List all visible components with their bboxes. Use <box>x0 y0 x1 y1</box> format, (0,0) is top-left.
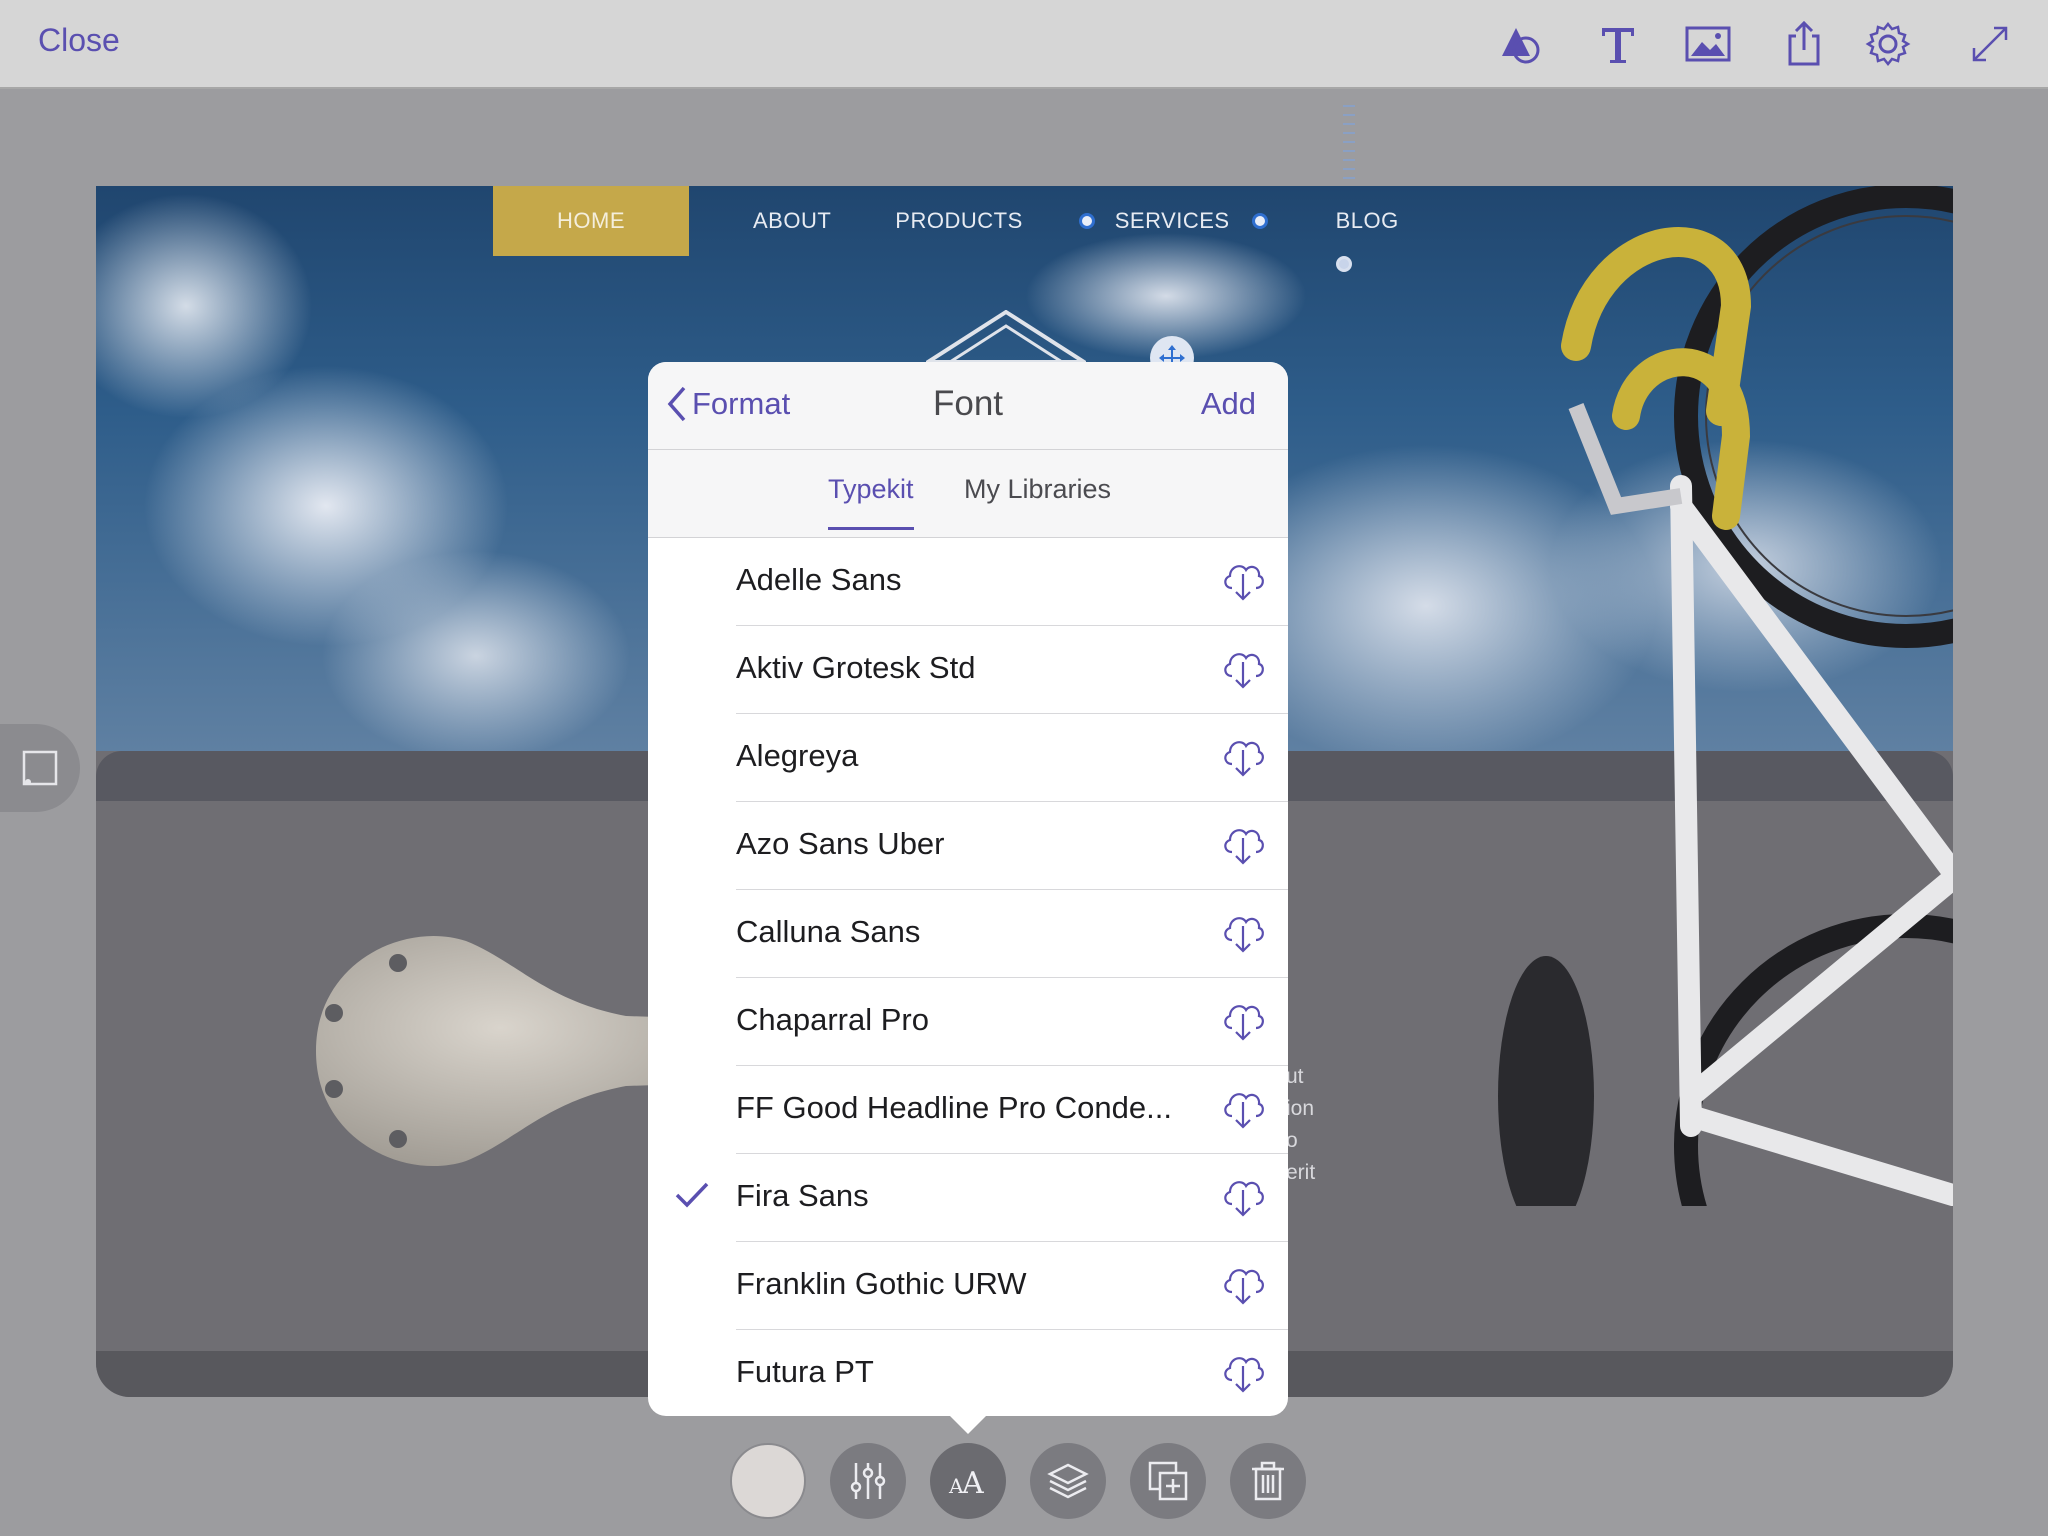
cloud-download-icon[interactable] <box>1220 998 1266 1042</box>
logo-shape <box>926 310 1086 364</box>
font-aa-icon[interactable]: AA <box>930 1443 1006 1519</box>
cloud-download-icon[interactable] <box>1220 1262 1266 1306</box>
cloud-download-icon[interactable] <box>1220 558 1266 602</box>
duplicate-icon[interactable] <box>1130 1443 1206 1519</box>
cloud-download-icon[interactable] <box>1220 1086 1266 1130</box>
cloud-download-icon[interactable] <box>1220 646 1266 690</box>
color-swatch[interactable] <box>730 1443 806 1519</box>
side-panel-toggle[interactable] <box>0 724 80 812</box>
font-list: Adelle Sans Aktiv Grotesk Std Alegreya Azo … <box>648 538 1288 1416</box>
font-name: Fira Sans <box>736 1178 869 1213</box>
nav-home[interactable]: HOME <box>493 186 689 256</box>
cloud-download-icon[interactable] <box>1220 822 1266 866</box>
add-button[interactable]: Add <box>1201 386 1256 422</box>
selection-handle-left[interactable] <box>1078 213 1095 229</box>
font-popover: Format Font Add Typekit My Libraries Ade… <box>648 362 1288 1416</box>
font-name: Futura PT <box>736 1354 874 1389</box>
image-icon[interactable] <box>1682 18 1734 70</box>
site-nav: HOME ABOUT PRODUCTS SERVICES BLOG <box>493 186 1399 256</box>
bicycle-image <box>1498 186 1953 1206</box>
font-row[interactable]: FF Good Headline Pro Conde... <box>648 1066 1288 1154</box>
font-name: Aktiv Grotesk Std <box>736 650 976 685</box>
popover-header: Format Font Add <box>648 362 1288 450</box>
popover-title: Font <box>932 384 1004 423</box>
font-row[interactable]: Alegreya <box>648 714 1288 802</box>
font-name: Azo Sans Uber <box>736 826 945 861</box>
settings-icon[interactable] <box>1862 18 1914 70</box>
shapes-icon[interactable] <box>1494 18 1546 70</box>
font-row[interactable]: Calluna Sans <box>648 890 1288 978</box>
font-name: Franklin Gothic URW <box>736 1266 1027 1301</box>
font-name: Calluna Sans <box>736 914 921 949</box>
font-row[interactable]: Aktiv Grotesk Std <box>648 626 1288 714</box>
layers-icon[interactable] <box>1030 1443 1106 1519</box>
font-name: Chaparral Pro <box>736 1002 929 1037</box>
source-tabs: Typekit My Libraries <box>648 450 1288 538</box>
checkmark-icon <box>675 1182 709 1208</box>
nav-blog[interactable]: BLOG <box>1336 186 1399 256</box>
font-name: Adelle Sans <box>736 562 902 597</box>
cloud-download-icon[interactable] <box>1220 910 1266 954</box>
tab-typekit[interactable]: Typekit <box>828 474 914 530</box>
cloud-download-icon[interactable] <box>1220 734 1266 778</box>
trash-icon[interactable] <box>1230 1443 1306 1519</box>
tab-my-libraries[interactable]: My Libraries <box>964 474 1111 527</box>
font-name: FF Good Headline Pro Conde... <box>736 1090 1172 1125</box>
nav-services: SERVICES <box>1114 208 1230 233</box>
rotation-handle[interactable] <box>1336 256 1352 272</box>
font-row[interactable]: Adelle Sans <box>648 538 1288 626</box>
font-row[interactable]: Franklin Gothic URW <box>648 1242 1288 1330</box>
font-row[interactable]: Futura PT <box>648 1330 1288 1416</box>
fullscreen-icon[interactable] <box>1964 18 2016 70</box>
selection-handle-right[interactable] <box>1251 213 1268 229</box>
font-row[interactable]: Chaparral Pro <box>648 978 1288 1066</box>
adjust-sliders-icon[interactable] <box>830 1443 906 1519</box>
share-icon[interactable] <box>1778 18 1830 70</box>
nav-services-selected[interactable]: SERVICES <box>1078 186 1268 256</box>
nav-about[interactable]: ABOUT <box>753 186 831 256</box>
nav-products[interactable]: PRODUCTS <box>895 186 1022 256</box>
svg-text:A: A <box>961 1466 984 1501</box>
body-text-fragments: ut ion o erit <box>1286 1065 1316 1184</box>
artboard-icon <box>22 750 58 786</box>
font-row[interactable]: Azo Sans Uber <box>648 802 1288 890</box>
top-toolbar: Close <box>0 0 2048 89</box>
popover-arrow <box>948 1414 988 1434</box>
font-row[interactable]: Fira Sans <box>648 1154 1288 1242</box>
font-name: Alegreya <box>736 738 859 773</box>
close-button[interactable]: Close <box>38 22 120 59</box>
cloud-download-icon[interactable] <box>1220 1174 1266 1218</box>
cloud-download-icon[interactable] <box>1220 1350 1266 1394</box>
ruler-guide <box>1343 105 1355 185</box>
text-icon[interactable] <box>1592 18 1644 70</box>
